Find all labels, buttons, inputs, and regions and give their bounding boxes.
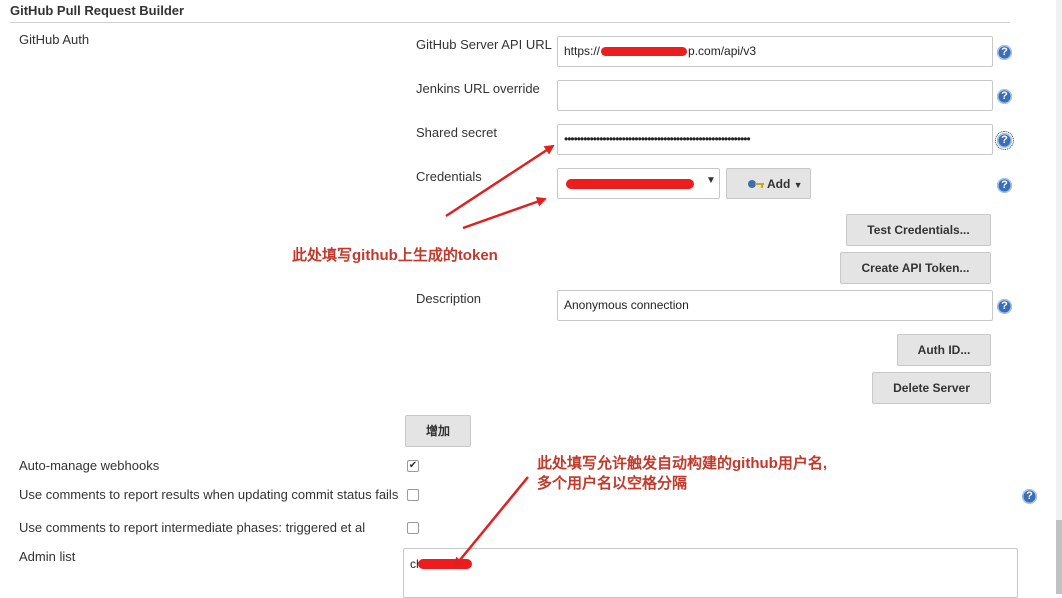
arrow-to-admin-list xyxy=(453,476,529,568)
scrollbar-thumb[interactable] xyxy=(1056,520,1062,594)
arrow-to-credentials xyxy=(462,196,547,230)
scrollbar-track[interactable] xyxy=(1056,0,1062,594)
annotation-arrows xyxy=(445,144,555,568)
arrow-to-shared-secret xyxy=(445,144,555,218)
